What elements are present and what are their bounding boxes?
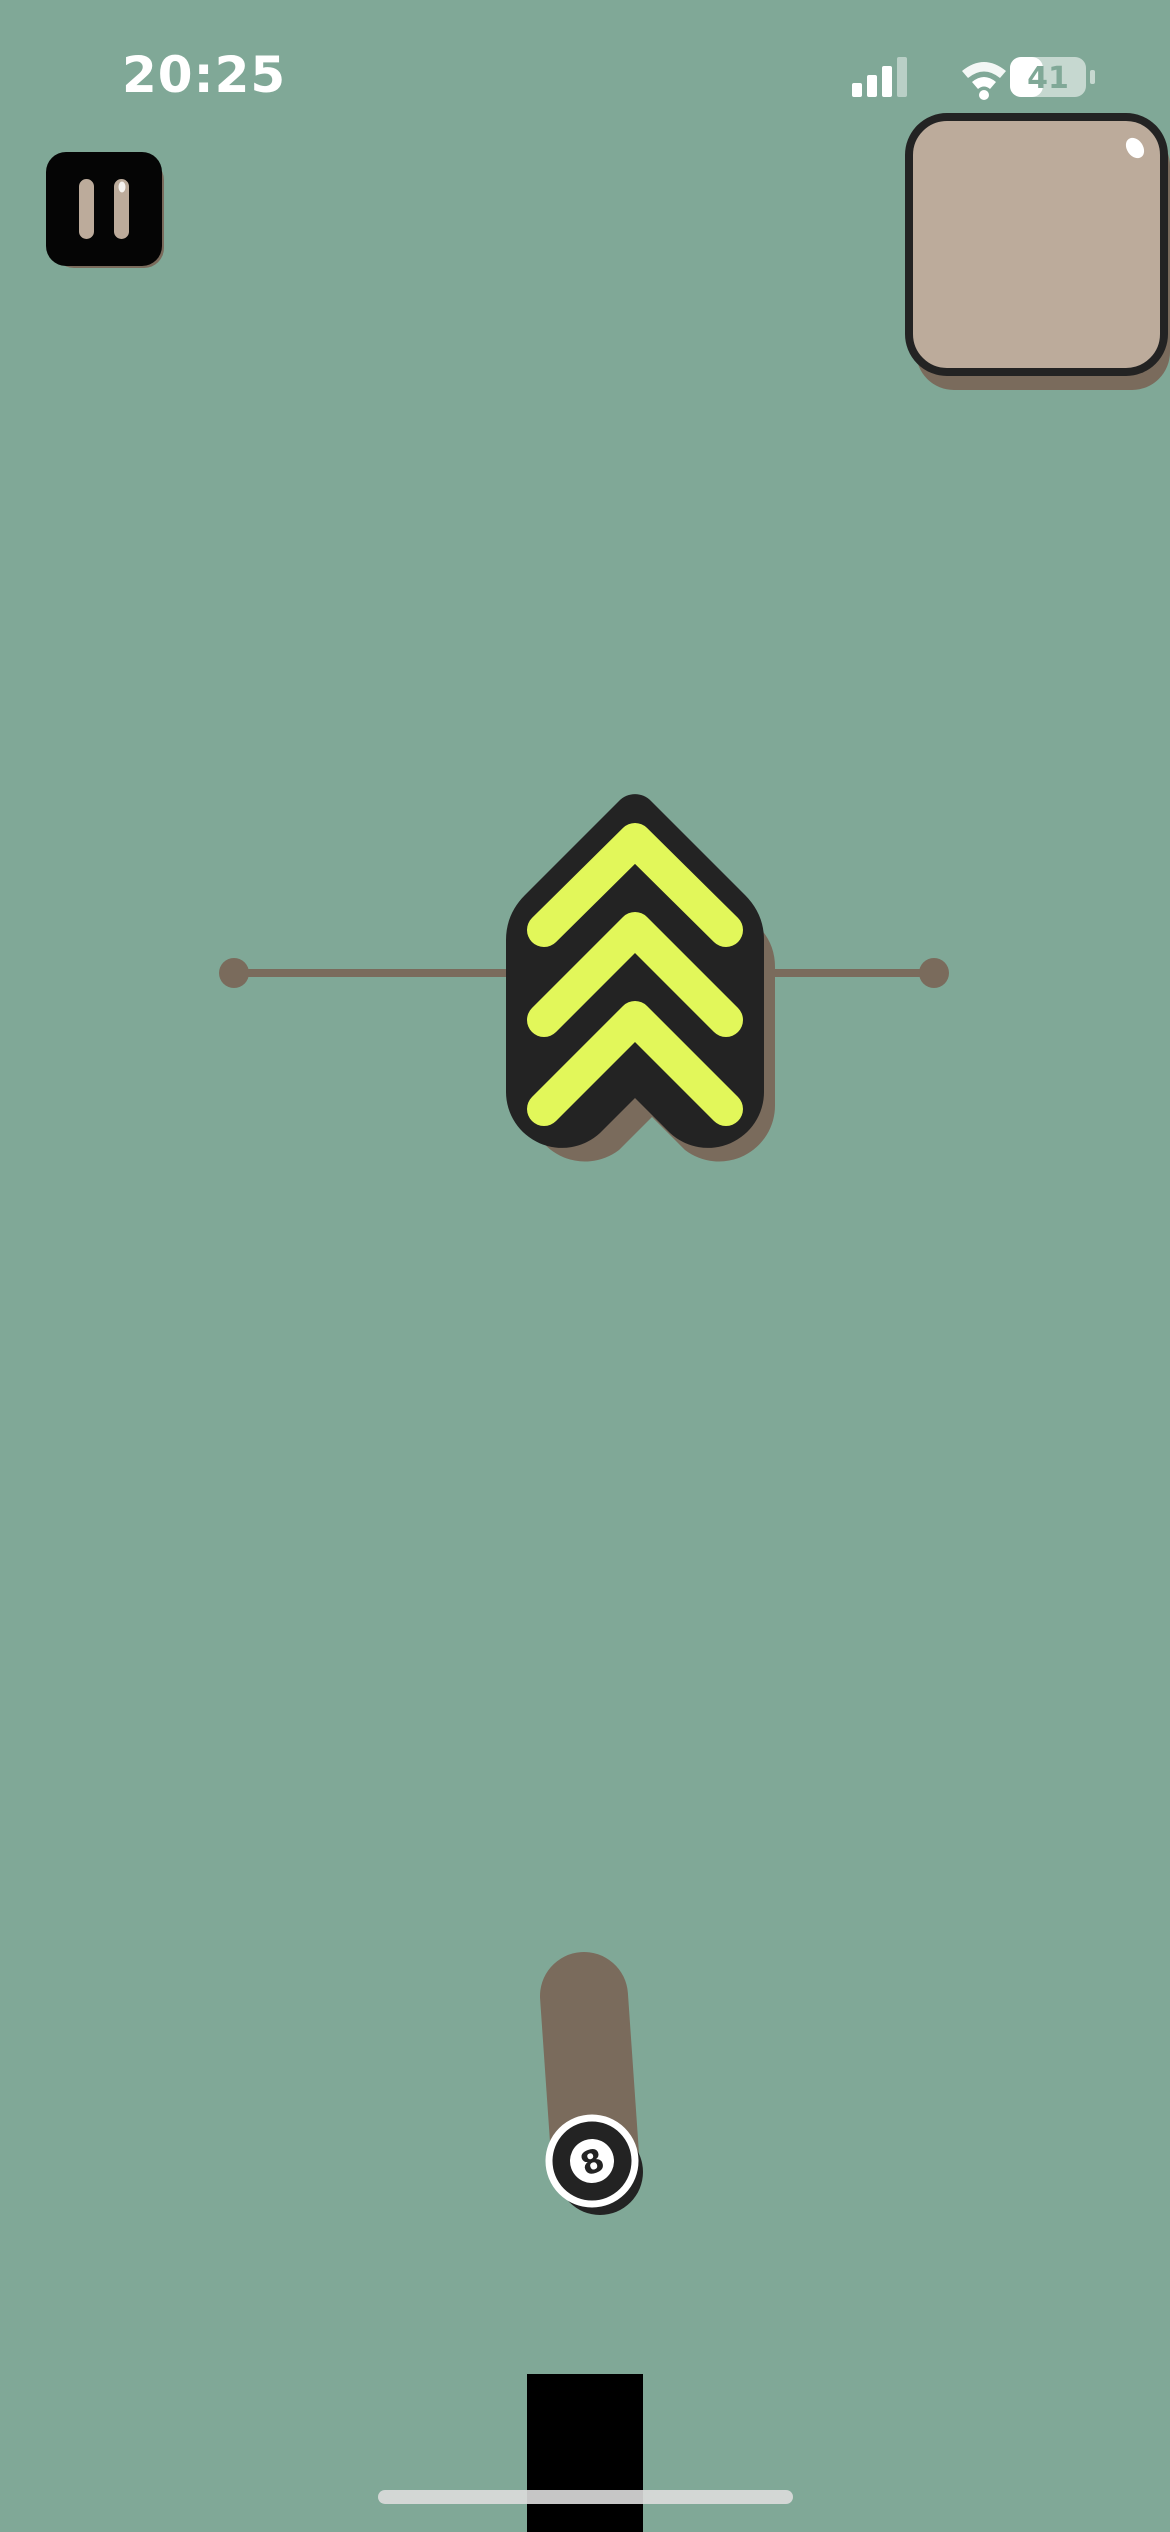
game-canvas[interactable]: 20:25 41 8 <box>0 0 1170 2532</box>
launcher-block <box>527 2374 643 2532</box>
speed-booster[interactable] <box>506 794 776 1162</box>
home-indicator[interactable] <box>378 2490 793 2504</box>
track-endpoint-left <box>219 958 249 988</box>
track-endpoint-right <box>919 958 949 988</box>
play-objects: 8 <box>219 794 949 2532</box>
